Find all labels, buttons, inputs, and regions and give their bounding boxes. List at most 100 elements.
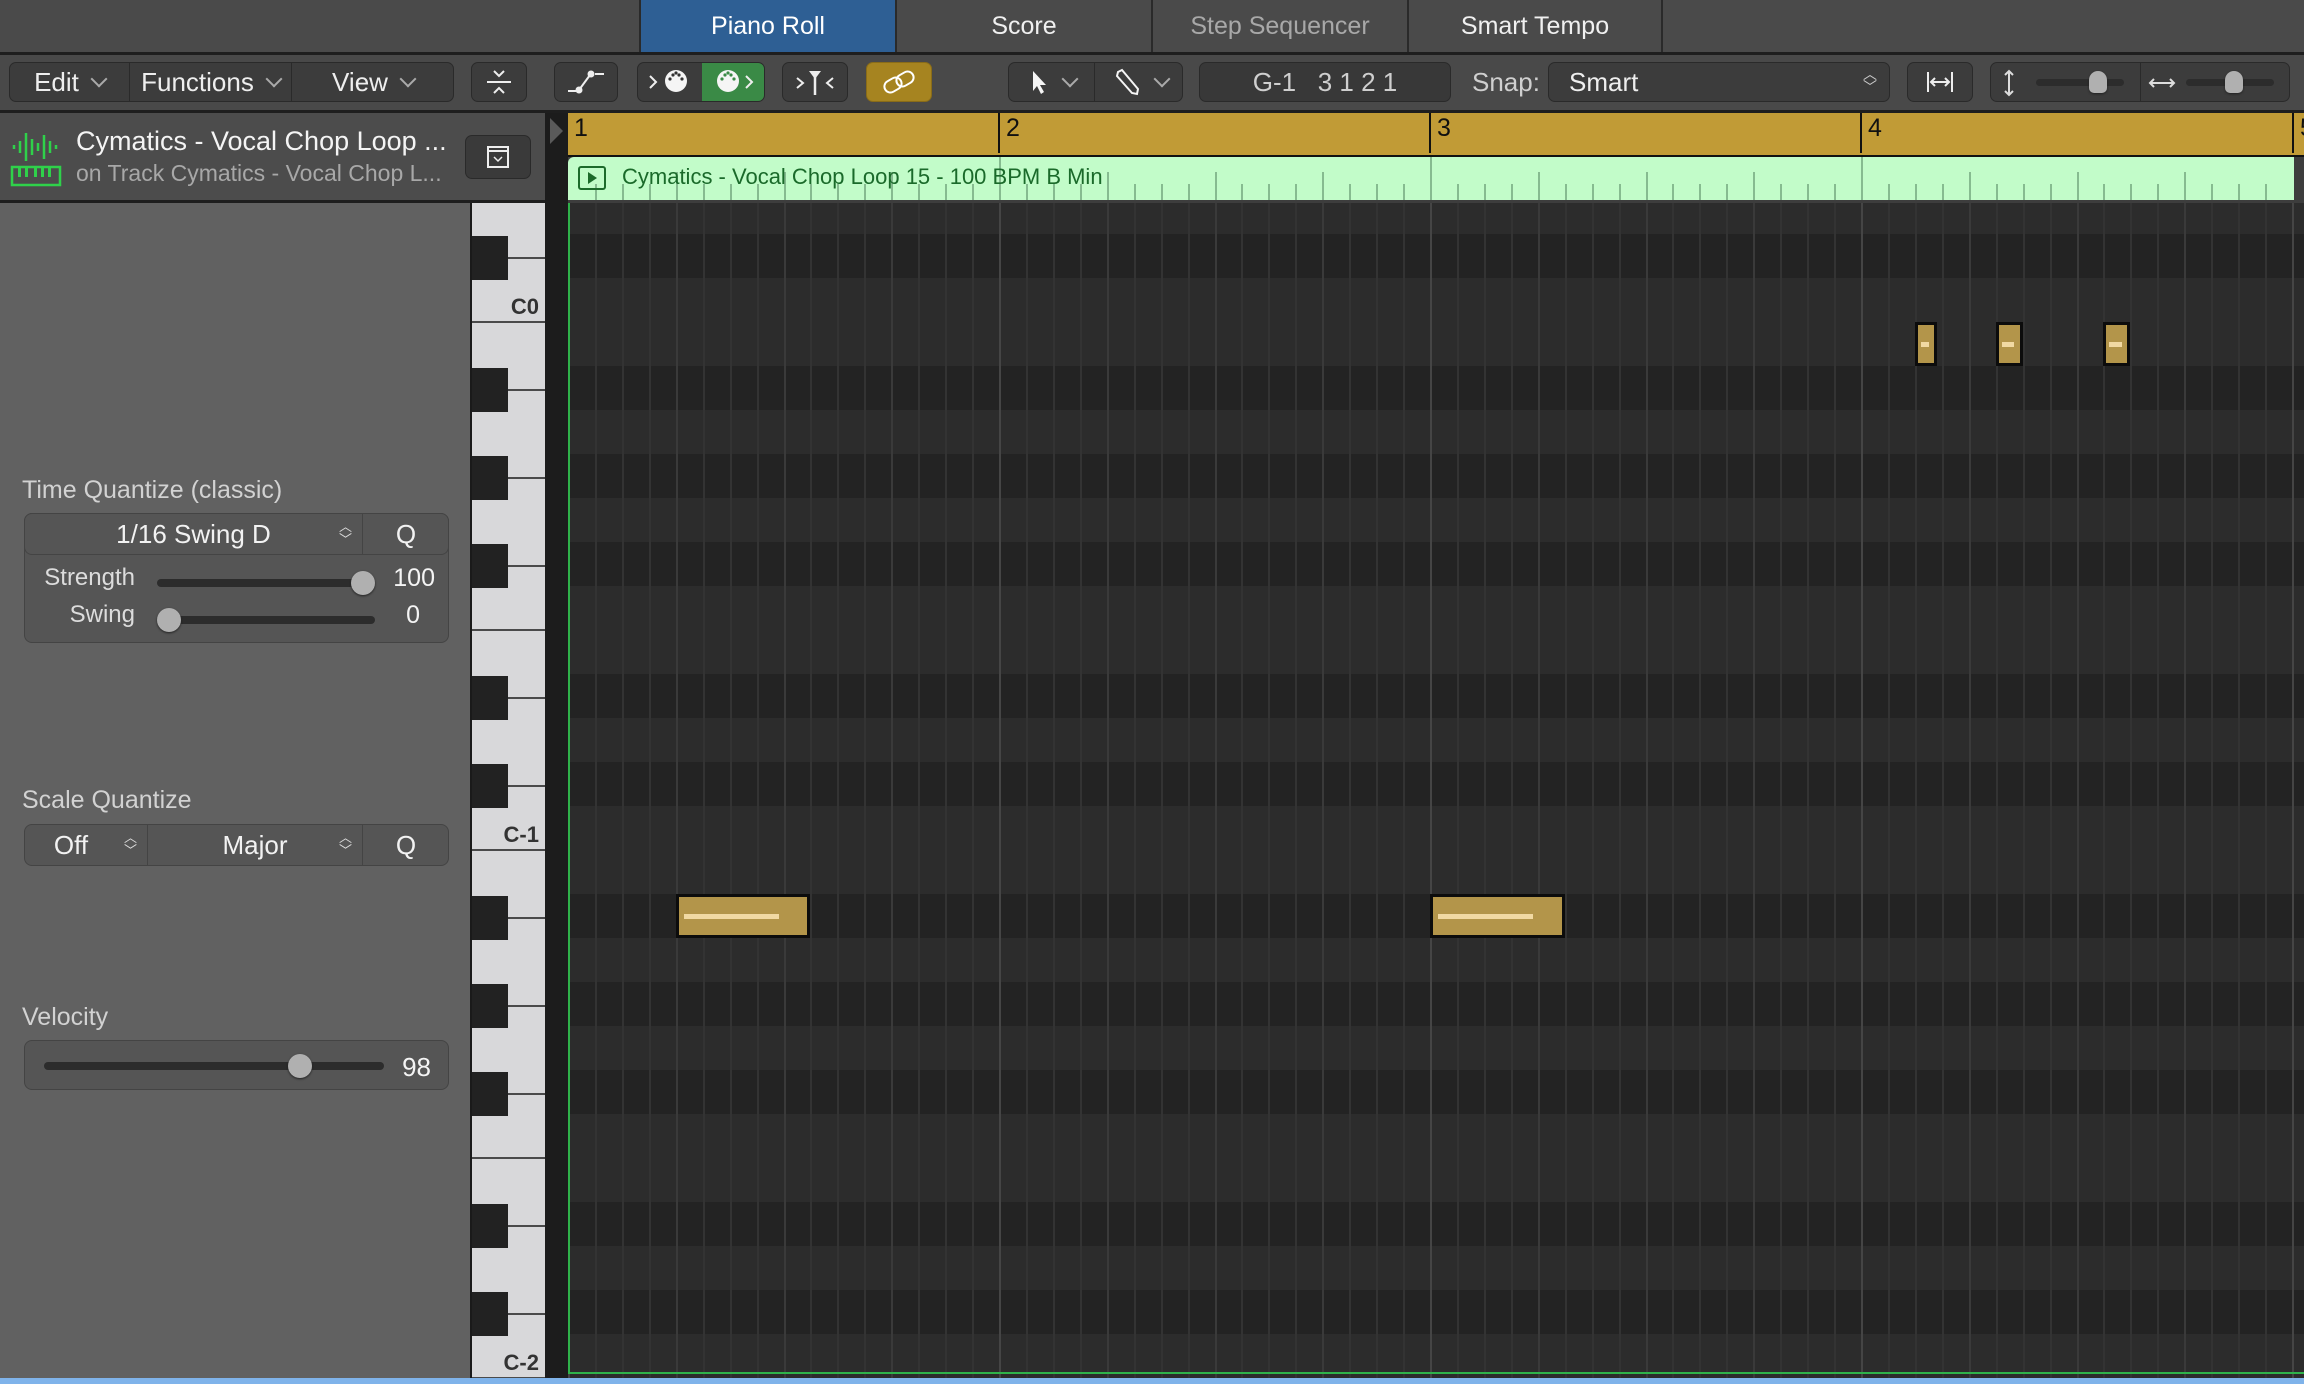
scale-root-select[interactable]: Off ︿ ﹀ — [25, 825, 148, 865]
region-tick — [1456, 184, 1459, 200]
division-line — [1160, 203, 1163, 1378]
midi-note[interactable] — [1914, 322, 1937, 366]
division-line — [1133, 203, 1136, 1378]
updown-chevron-icon: ︿ ﹀ — [123, 830, 137, 858]
tab-score[interactable]: Score — [895, 0, 1151, 52]
collapse-button[interactable] — [471, 62, 527, 102]
midi-in-button[interactable] — [638, 63, 702, 101]
region-tick — [1780, 184, 1783, 200]
white-key-divider — [508, 565, 545, 567]
window-bottom-edge — [0, 1378, 2304, 1384]
swing-thumb[interactable] — [157, 608, 181, 632]
beat-line — [2184, 203, 2187, 1378]
region-tick — [2157, 184, 2160, 200]
black-key[interactable] — [472, 236, 508, 280]
catch-button[interactable] — [782, 62, 848, 102]
vertical-zoom-thumb[interactable] — [2088, 71, 2107, 93]
black-key[interactable] — [472, 544, 508, 588]
piano-roll-grid[interactable] — [568, 203, 2304, 1378]
key-label-c0: C0 — [510, 294, 539, 319]
black-key[interactable] — [472, 1204, 508, 1248]
strength-thumb[interactable] — [351, 571, 375, 595]
midi-note[interactable] — [1430, 894, 1565, 938]
velocity-box: 98 — [24, 1040, 449, 1090]
fit-width-icon — [1927, 72, 1953, 92]
midi-note[interactable] — [675, 894, 811, 938]
region-tick — [1968, 172, 1971, 200]
division-line — [1726, 203, 1729, 1378]
black-key[interactable] — [472, 676, 508, 720]
view-menu[interactable]: View — [292, 63, 454, 101]
panel-toggle-icon — [487, 146, 509, 168]
strength-slider[interactable] — [157, 579, 375, 587]
snap-select[interactable]: Smart ︿ ﹀ — [1548, 62, 1890, 102]
midi-note[interactable] — [1995, 322, 2023, 366]
tab-step-sequencer[interactable]: Step Sequencer — [1151, 0, 1407, 52]
pencil-tool-icon — [1115, 68, 1139, 96]
midi-region-bar[interactable]: Cymatics - Vocal Chop Loop 15 - 100 BPM … — [568, 157, 2294, 200]
fit-horizontal-button[interactable] — [1907, 62, 1973, 102]
division-line — [810, 203, 813, 1378]
piano-keyboard[interactable]: C0 C-1 C-2 — [470, 203, 545, 1381]
division-line — [1941, 203, 1944, 1378]
bar-ruler[interactable]: 1 2 3 4 5 — [568, 113, 2304, 157]
time-quantize-q-button[interactable]: Q — [363, 514, 449, 554]
black-key[interactable] — [472, 984, 508, 1028]
position-readout: G-1 3 1 2 1 — [1252, 66, 1398, 97]
velocity-thumb[interactable] — [287, 1054, 312, 1078]
horizontal-zoom-thumb[interactable] — [2224, 71, 2243, 93]
play-region-icon[interactable] — [578, 166, 606, 190]
region-tick — [1753, 172, 1756, 200]
division-line — [1376, 203, 1379, 1378]
velocity-slider[interactable] — [44, 1062, 384, 1070]
chevron-down-icon — [1061, 70, 1078, 88]
division-line — [1834, 203, 1837, 1378]
division-line — [1025, 203, 1028, 1378]
scale-quantize-label: Scale Quantize — [22, 786, 192, 814]
functions-menu[interactable]: Functions — [130, 63, 292, 101]
link-button[interactable] — [866, 62, 932, 102]
region-tick — [1672, 184, 1675, 200]
automation-button[interactable] — [554, 62, 618, 102]
black-key[interactable] — [472, 896, 508, 940]
division-line — [702, 203, 705, 1378]
division-line — [1349, 203, 1352, 1378]
vertical-zoom-icon — [2004, 69, 2014, 97]
time-quantize-select[interactable]: 1/16 Swing D ︿ ﹀ — [25, 514, 363, 554]
division-line — [2265, 203, 2268, 1378]
tab-piano-roll[interactable]: Piano Roll — [639, 0, 895, 52]
black-key[interactable] — [472, 1072, 508, 1116]
scale-type-select[interactable]: Major ︿ ﹀ — [148, 825, 363, 865]
region-tick — [1510, 184, 1513, 200]
swing-label: Swing — [69, 601, 135, 628]
ruler-disclosure-icon[interactable] — [547, 116, 567, 146]
swing-slider[interactable] — [157, 616, 375, 624]
region-tick — [1941, 184, 1944, 200]
pointer-tool-menu[interactable] — [1009, 63, 1095, 101]
region-tick — [2238, 184, 2241, 200]
black-key[interactable] — [472, 368, 508, 412]
black-key-row — [568, 674, 2304, 718]
pencil-tool-menu[interactable] — [1095, 63, 1184, 101]
division-line — [1268, 203, 1271, 1378]
tab-smart-tempo[interactable]: Smart Tempo — [1407, 0, 1663, 52]
division-line — [2022, 203, 2025, 1378]
swing-value: 0 — [406, 601, 420, 629]
division-line — [1510, 203, 1513, 1378]
midi-out-button[interactable] — [702, 63, 764, 101]
black-key[interactable] — [472, 764, 508, 808]
division-line — [1079, 203, 1082, 1378]
edit-menu[interactable]: Edit — [10, 63, 130, 101]
functions-menu-label: Functions — [141, 66, 254, 97]
region-tick — [1861, 157, 1863, 200]
midi-note[interactable] — [2103, 322, 2131, 366]
velocity-bar — [1920, 342, 1929, 347]
horizontal-zoom-icon — [2148, 78, 2176, 88]
white-key-divider — [508, 389, 545, 391]
vertical-zoom-slider[interactable] — [2036, 79, 2124, 86]
black-key-row — [568, 982, 2304, 1026]
black-key[interactable] — [472, 456, 508, 500]
black-key[interactable] — [472, 1292, 508, 1336]
inspector-toggle-button[interactable] — [465, 135, 531, 179]
scale-quantize-q-button[interactable]: Q — [363, 825, 449, 865]
